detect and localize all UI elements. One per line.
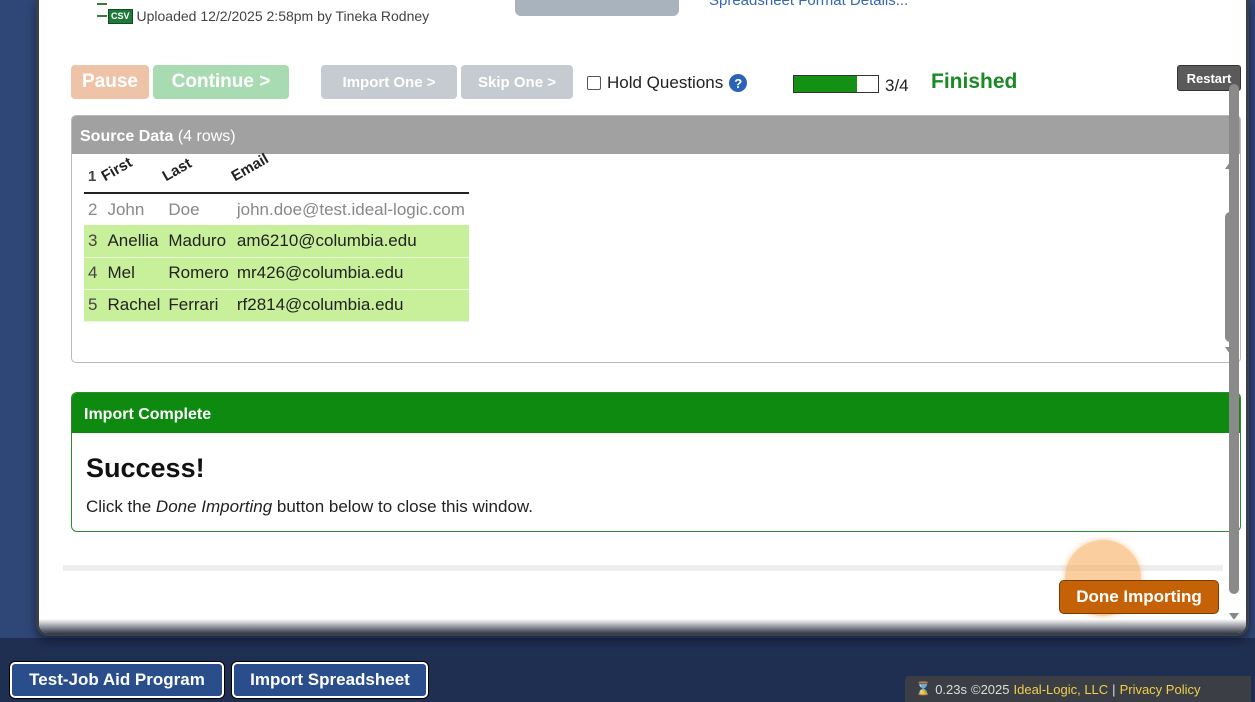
progress-fill	[794, 76, 857, 92]
done-importing-button[interactable]: Done Importing	[1059, 580, 1219, 614]
cell-first: Anellia	[103, 225, 165, 258]
spreadsheet-format-link[interactable]: Spreadsheet Format Details...	[709, 0, 908, 9]
cell-first: Mel	[103, 257, 165, 290]
modal-footer-divider	[63, 565, 1223, 571]
taskbar-test-job-aid-program[interactable]: Test-Job Aid Program	[10, 662, 224, 698]
cell-email: am6210@columbia.edu	[232, 225, 469, 258]
import-modal: Spreadsheet Format Details... CSV Upload…	[36, 0, 1249, 636]
timer-icon: ⌛	[915, 681, 932, 696]
import-complete-header: Import Complete	[72, 393, 1240, 433]
row-number: 5	[84, 289, 104, 322]
import-progress-bar	[793, 75, 879, 93]
row-number: 4	[84, 257, 104, 290]
upload-info: CSV Uploaded 12/2/2025 2:58pm by Tineka …	[97, 3, 430, 24]
cell-last: Maduro	[164, 225, 233, 258]
cell-email: mr426@columbia.edu	[232, 257, 469, 290]
import-one-button[interactable]: Import One >	[321, 65, 457, 99]
modal-bottom-edge	[39, 619, 1246, 633]
page-timing: 0.23s	[935, 681, 967, 697]
cell-email: john.doe@test.ideal-logic.com	[236, 199, 465, 219]
top-gray-button[interactable]	[515, 0, 679, 16]
source-data-table: 1 First Last Email 2 John Doe john.doe@t…	[84, 150, 469, 322]
import-toolbar: Pause Continue > Import One > Skip One >…	[71, 65, 1241, 99]
success-title: Success!	[86, 453, 205, 483]
continue-button[interactable]: Continue >	[153, 65, 289, 99]
source-data-header: Source Data (4 rows)	[72, 116, 1240, 154]
row-number: 3	[84, 225, 104, 258]
source-data-row-count: (4 rows)	[177, 128, 236, 145]
skip-one-button[interactable]: Skip One >	[461, 65, 573, 99]
table-row: 2 John Doe john.doe@test.ideal-logic.com	[84, 193, 469, 225]
copyright: ©2025	[971, 681, 1010, 697]
footer-separator: |	[1112, 681, 1116, 697]
footer-info: ⌛ 0.23s ©2025 Ideal-Logic, LLC | Privacy…	[905, 676, 1251, 702]
success-message: Click the Done Importing button below to…	[86, 497, 533, 516]
row-number: 1	[84, 160, 104, 194]
modal-scrollbar[interactable]	[1228, 80, 1240, 620]
cell-last: Doe	[168, 199, 200, 219]
table-row: 4 Mel Romero mr426@columbia.edu	[84, 257, 469, 290]
cell-last: Ferrari	[164, 289, 233, 322]
row-number: 2	[88, 199, 98, 219]
source-data-panel: Source Data (4 rows) 1 First Last Email …	[71, 115, 1241, 363]
desktop-background-right	[1249, 0, 1255, 640]
import-status: Finished	[931, 70, 1018, 93]
column-header-email: Email	[228, 150, 469, 194]
table-header-row: 1 First Last Email	[84, 150, 469, 194]
cell-first: Rachel	[103, 289, 165, 322]
privacy-policy-link[interactable]: Privacy Policy	[1120, 682, 1201, 697]
cell-last: Romero	[164, 257, 233, 290]
company-link[interactable]: Ideal-Logic, LLC	[1014, 682, 1109, 697]
taskbar-import-spreadsheet[interactable]: Import Spreadsheet	[232, 662, 428, 698]
hold-questions-option[interactable]: Hold Questions ?	[587, 73, 748, 93]
upload-info-text: Uploaded 12/2/2025 2:58pm by Tineka Rodn…	[136, 8, 430, 24]
progress-count: 3/4	[885, 76, 909, 95]
table-row: 5 Rachel Ferrari rf2814@columbia.edu	[84, 289, 469, 322]
cell-email: rf2814@columbia.edu	[232, 289, 469, 322]
table-row: 3 Anellia Maduro am6210@columbia.edu	[84, 225, 469, 258]
modal-scroll-thumb[interactable]	[1229, 84, 1239, 594]
pause-button[interactable]: Pause	[71, 65, 149, 99]
hold-questions-label: Hold Questions	[607, 73, 724, 92]
help-icon[interactable]: ?	[729, 74, 748, 92]
cell-first: John	[107, 199, 145, 219]
import-complete-panel: Import Complete Success! Click the Done …	[71, 392, 1241, 532]
csv-file-icon: CSV	[97, 3, 133, 24]
source-data-title: Source Data	[80, 128, 174, 145]
column-header-first: First	[99, 154, 165, 194]
column-header-last: Last	[160, 154, 233, 194]
hold-questions-checkbox[interactable]	[587, 76, 601, 90]
desktop-background-left	[0, 0, 36, 640]
